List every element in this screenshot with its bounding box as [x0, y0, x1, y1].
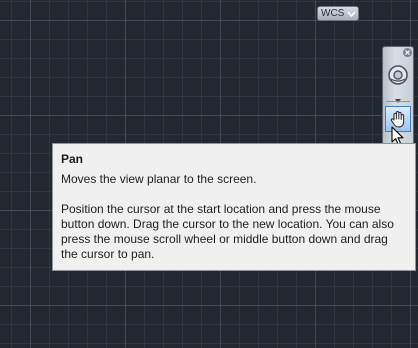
chevron-down-icon[interactable] — [394, 91, 402, 103]
tooltip-title: Pan — [61, 152, 84, 166]
tooltip: Pan Moves the view planar to the screen.… — [52, 143, 416, 271]
steering-wheel-icon — [388, 65, 408, 85]
chevron-down-icon — [346, 10, 356, 18]
steering-wheel-button[interactable] — [387, 63, 409, 87]
wcs-badge[interactable]: WCS — [317, 6, 360, 21]
tooltip-summary: Moves the view planar to the screen. — [61, 172, 257, 186]
wcs-label: WCS — [321, 8, 345, 19]
close-icon[interactable] — [403, 48, 412, 57]
separator — [386, 101, 410, 102]
tooltip-detail: Position the cursor at the start locatio… — [61, 202, 394, 261]
